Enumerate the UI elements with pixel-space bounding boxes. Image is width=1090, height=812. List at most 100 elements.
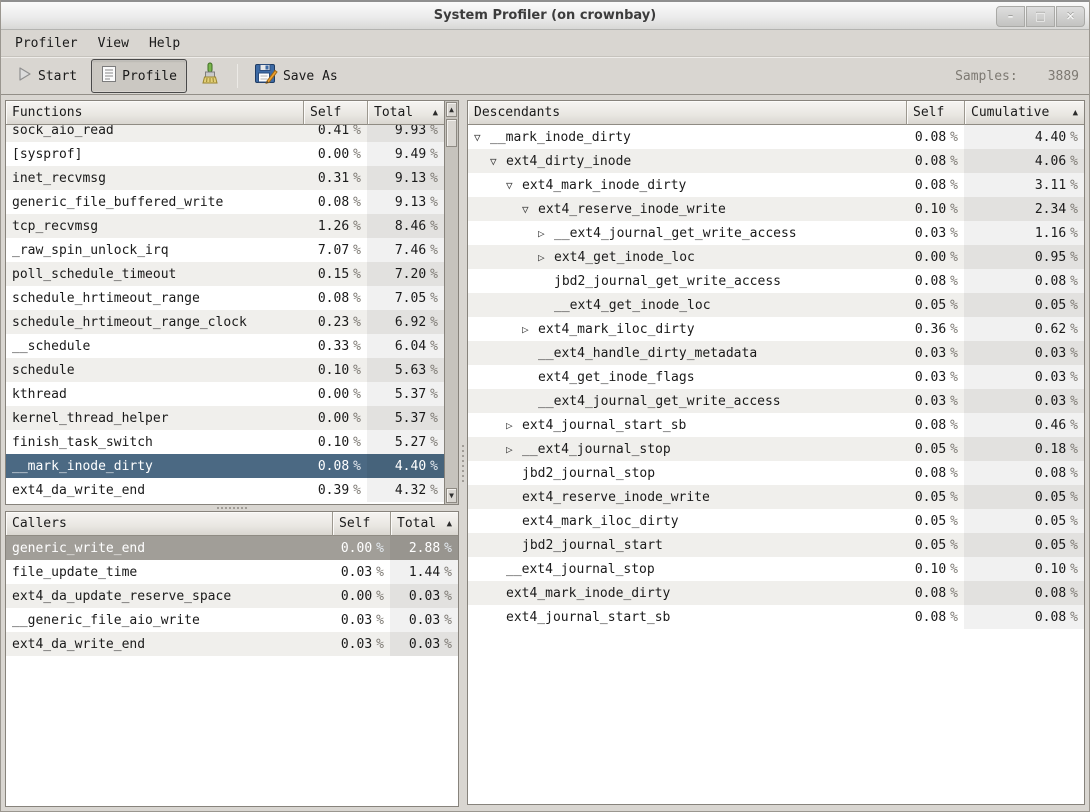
expander-closed-icon[interactable]: ▷ <box>506 443 522 456</box>
function-name-cell: __schedule <box>6 334 303 358</box>
expander-open-icon[interactable]: ▽ <box>506 179 522 192</box>
expander-open-icon[interactable]: ▽ <box>474 131 490 144</box>
table-row[interactable]: sock_aio_read0.41%9.93% <box>6 125 444 142</box>
self-cell: 0.00% <box>332 584 390 608</box>
tree-row[interactable]: ▽ext4_reserve_inode_write0.10%2.34% <box>468 197 1084 221</box>
table-row[interactable]: generic_write_end0.00%2.88% <box>6 536 458 560</box>
tree-row[interactable]: ▽__mark_inode_dirty0.08%4.40% <box>468 125 1084 149</box>
descendants-column-header[interactable]: Descendants <box>468 101 906 125</box>
total-column-header[interactable]: Total▲ <box>390 512 458 536</box>
profile-toggle-button[interactable]: Profile <box>91 59 187 93</box>
expander-open-icon[interactable]: ▽ <box>490 155 506 168</box>
table-row[interactable]: kthread0.00%5.37% <box>6 382 444 406</box>
tree-row[interactable]: ▷ext4_get_inode_loc0.00%0.95% <box>468 245 1084 269</box>
tree-row[interactable]: ▷ext4_journal_start_sb0.08%0.46% <box>468 413 1084 437</box>
expander-closed-icon[interactable]: ▷ <box>522 323 538 336</box>
expander-closed-icon[interactable]: ▷ <box>538 227 554 240</box>
table-row[interactable]: inet_recvmsg0.31%9.13% <box>6 166 444 190</box>
functions-scrollbar[interactable]: ▲ ▼ <box>444 101 458 504</box>
scroll-up-button[interactable]: ▲ <box>446 102 457 117</box>
self-cell: 1.26% <box>303 214 367 238</box>
tree-row[interactable]: ext4_mark_inode_dirty0.08%0.08% <box>468 581 1084 605</box>
tree-row[interactable]: ext4_reserve_inode_write0.05%0.05% <box>468 485 1084 509</box>
table-row[interactable]: schedule_hrtimeout_range0.08%7.05% <box>6 286 444 310</box>
tree-row[interactable]: __ext4_journal_stop0.10%0.10% <box>468 557 1084 581</box>
expander-open-icon[interactable]: ▽ <box>522 203 538 216</box>
self-cell: 0.03% <box>332 632 390 656</box>
tree-row[interactable]: ext4_get_inode_flags0.03%0.03% <box>468 365 1084 389</box>
menu-view[interactable]: View <box>88 33 139 54</box>
tree-indent <box>474 473 506 474</box>
close-button[interactable]: ✕ <box>1056 6 1085 27</box>
function-name-cell: __ext4_handle_dirty_metadata <box>468 341 906 365</box>
maximize-button[interactable]: □ <box>1026 6 1055 27</box>
table-row[interactable]: __generic_file_aio_write0.03%0.03% <box>6 608 458 632</box>
table-row[interactable]: file_update_time0.03%1.44% <box>6 560 458 584</box>
table-row[interactable]: __mark_inode_dirty0.08%4.40% <box>6 454 444 478</box>
table-row[interactable]: [sysprof]0.00%9.49% <box>6 142 444 166</box>
tree-row[interactable]: jbd2_journal_stop0.08%0.08% <box>468 461 1084 485</box>
cumulative-column-header[interactable]: Cumulative▲ <box>964 101 1084 125</box>
table-row[interactable]: schedule_hrtimeout_range_clock0.23%6.92% <box>6 310 444 334</box>
total-column-header[interactable]: Total▲ <box>367 101 444 125</box>
functions-column-header[interactable]: Functions <box>6 101 303 125</box>
tree-row[interactable]: ext4_mark_iloc_dirty0.05%0.05% <box>468 509 1084 533</box>
tree-row[interactable]: ▽ext4_mark_inode_dirty0.08%3.11% <box>468 173 1084 197</box>
function-name-cell: ext4_reserve_inode_write <box>468 485 906 509</box>
table-row[interactable]: ext4_da_write_end0.03%0.03% <box>6 632 458 656</box>
function-name-label: ext4_reserve_inode_write <box>538 202 726 217</box>
scroll-down-button[interactable]: ▼ <box>446 488 457 503</box>
expander-closed-icon[interactable]: ▷ <box>538 251 554 264</box>
table-row[interactable]: ext4_da_write_end0.39%4.32% <box>6 478 444 502</box>
tree-row[interactable]: ▽ext4_dirty_inode0.08%4.06% <box>468 149 1084 173</box>
table-row[interactable]: __schedule0.33%6.04% <box>6 334 444 358</box>
self-column-header[interactable]: Self <box>906 101 964 125</box>
menu-help[interactable]: Help <box>139 33 190 54</box>
table-row[interactable]: tcp_recvmsg1.26%8.46% <box>6 214 444 238</box>
tree-row[interactable]: jbd2_journal_get_write_access0.08%0.08% <box>468 269 1084 293</box>
function-name-label: ext4_journal_start_sb <box>522 418 686 433</box>
tree-row[interactable]: jbd2_journal_start0.05%0.05% <box>468 533 1084 557</box>
table-row[interactable]: ext4_da_update_reserve_space0.00%0.03% <box>6 584 458 608</box>
scrollbar-thumb[interactable] <box>446 119 457 147</box>
table-row[interactable]: generic_file_buffered_write0.08%9.13% <box>6 190 444 214</box>
function-name-label: ext4_mark_inode_dirty <box>506 586 670 601</box>
callers-column-header[interactable]: Callers <box>6 512 332 536</box>
close-icon: ✕ <box>1066 10 1075 23</box>
tree-row[interactable]: ext4_journal_start_sb0.08%0.08% <box>468 605 1084 629</box>
menu-profiler[interactable]: Profiler <box>5 33 88 54</box>
save-as-button[interactable]: Save As <box>248 58 344 94</box>
menubar: Profiler View Help <box>1 30 1089 57</box>
self-cell: 0.08% <box>906 125 964 149</box>
self-cell: 7.07% <box>303 238 367 262</box>
tree-row[interactable]: ▷__ext4_journal_get_write_access0.03%1.1… <box>468 221 1084 245</box>
reset-button[interactable] <box>193 58 227 94</box>
vertical-splitter[interactable] <box>459 100 467 807</box>
tree-indent <box>474 257 538 258</box>
total-cell: 5.37% <box>367 406 444 430</box>
tree-row[interactable]: __ext4_journal_get_write_access0.03%0.03… <box>468 389 1084 413</box>
window-controls: – □ ✕ <box>995 6 1085 27</box>
table-row[interactable]: finish_task_switch0.10%5.27% <box>6 430 444 454</box>
table-row[interactable]: _raw_spin_unlock_irq7.07%7.46% <box>6 238 444 262</box>
table-row[interactable]: kernel_thread_helper0.00%5.37% <box>6 406 444 430</box>
self-column-header[interactable]: Self <box>332 512 390 536</box>
function-name-cell: ▽__mark_inode_dirty <box>468 125 906 149</box>
table-row[interactable]: poll_schedule_timeout0.15%7.20% <box>6 262 444 286</box>
start-button[interactable]: Start <box>11 62 83 90</box>
tree-row[interactable]: ▷__ext4_journal_stop0.05%0.18% <box>468 437 1084 461</box>
self-column-header[interactable]: Self <box>303 101 367 125</box>
table-row[interactable]: schedule0.10%5.63% <box>6 358 444 382</box>
titlebar[interactable]: System Profiler (on crownbay) – □ ✕ <box>1 0 1089 30</box>
self-cell: 0.08% <box>906 149 964 173</box>
self-cell: 0.05% <box>906 533 964 557</box>
expander-closed-icon[interactable]: ▷ <box>506 419 522 432</box>
self-cell: 0.03% <box>332 608 390 632</box>
function-name-label: __ext4_journal_stop <box>522 442 671 457</box>
tree-row[interactable]: ▷ext4_mark_iloc_dirty0.36%0.62% <box>468 317 1084 341</box>
tree-row[interactable]: __ext4_get_inode_loc0.05%0.05% <box>468 293 1084 317</box>
tree-row[interactable]: __ext4_handle_dirty_metadata0.03%0.03% <box>468 341 1084 365</box>
window-bottom-edge <box>1 807 1089 812</box>
minimize-button[interactable]: – <box>996 6 1025 27</box>
self-cell: 0.10% <box>303 430 367 454</box>
